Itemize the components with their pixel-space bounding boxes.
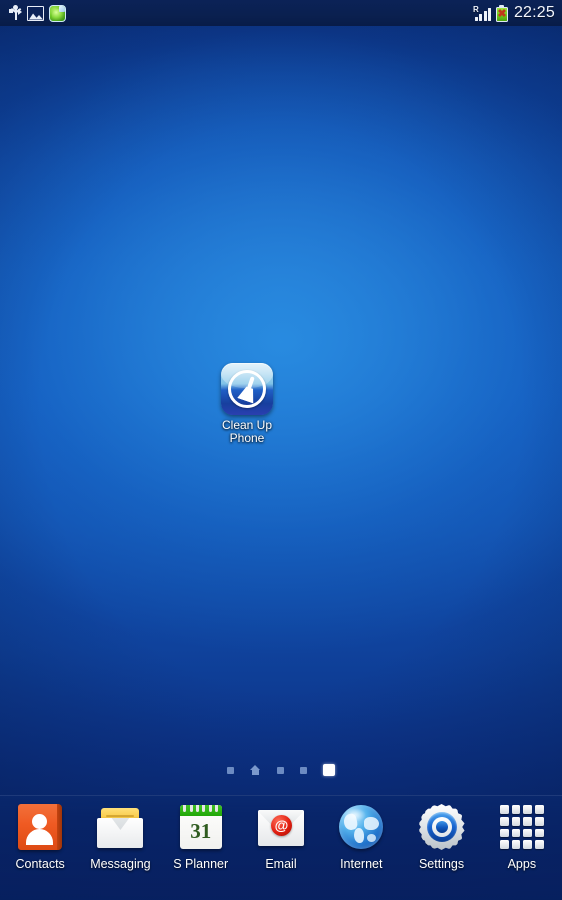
page-dot-home[interactable] bbox=[250, 765, 261, 775]
status-bar-notifications[interactable] bbox=[0, 4, 66, 22]
page-indicator[interactable] bbox=[0, 760, 562, 780]
dock-item-messaging[interactable]: Messaging bbox=[84, 803, 156, 871]
status-bar[interactable]: R ✖ 22:25 bbox=[0, 0, 562, 26]
dock-label-contacts: Contacts bbox=[15, 857, 65, 871]
app-update-icon bbox=[49, 4, 66, 22]
app-icon-label: Clean Up Phone bbox=[211, 419, 283, 445]
dock-label-settings: Settings bbox=[418, 857, 465, 871]
usb-icon bbox=[9, 5, 22, 21]
email-icon: @ bbox=[257, 803, 305, 851]
screenshot-icon bbox=[27, 5, 44, 21]
page-dot-5-active[interactable] bbox=[323, 764, 335, 776]
status-bar-clock: 22:25 bbox=[513, 4, 555, 21]
app-label-line-2: Phone bbox=[229, 431, 265, 445]
at-symbol: @ bbox=[270, 815, 292, 836]
battery-icon: ✖ bbox=[495, 4, 508, 22]
calendar-day-number: 31 bbox=[190, 819, 212, 843]
page-dot-4[interactable] bbox=[300, 766, 307, 774]
calendar-icon: 31 bbox=[177, 803, 225, 851]
dock-item-contacts[interactable]: Contacts bbox=[4, 803, 76, 871]
apps-grid-icon bbox=[498, 803, 546, 851]
dock-label-email: Email bbox=[265, 857, 297, 871]
contacts-icon bbox=[16, 803, 64, 851]
messaging-icon bbox=[96, 803, 144, 851]
dock-item-s-planner[interactable]: 31 S Planner bbox=[165, 803, 237, 871]
page-dot-1[interactable] bbox=[227, 766, 234, 774]
dock-item-internet[interactable]: Internet bbox=[325, 803, 397, 871]
gear-icon bbox=[418, 803, 466, 851]
broom-icon bbox=[221, 363, 273, 415]
page-dot-3[interactable] bbox=[277, 766, 284, 774]
globe-icon bbox=[337, 803, 385, 851]
dock-label-internet: Internet bbox=[340, 857, 383, 871]
dock-item-apps[interactable]: Apps bbox=[486, 803, 558, 871]
app-icon-clean-up-phone[interactable]: Clean Up Phone bbox=[213, 363, 281, 445]
dock-item-email[interactable]: @ Email bbox=[245, 803, 317, 871]
dock-label-apps: Apps bbox=[507, 857, 537, 871]
signal-strength-icon: R bbox=[473, 5, 492, 22]
dock-item-settings[interactable]: Settings bbox=[406, 803, 478, 871]
dock-label-s-planner: S Planner bbox=[173, 857, 229, 871]
status-bar-system[interactable]: R ✖ 22:25 bbox=[473, 4, 562, 22]
dock-bar: Contacts Messaging 31 S Planner @ Email … bbox=[0, 795, 562, 900]
dock-label-messaging: Messaging bbox=[90, 857, 151, 871]
